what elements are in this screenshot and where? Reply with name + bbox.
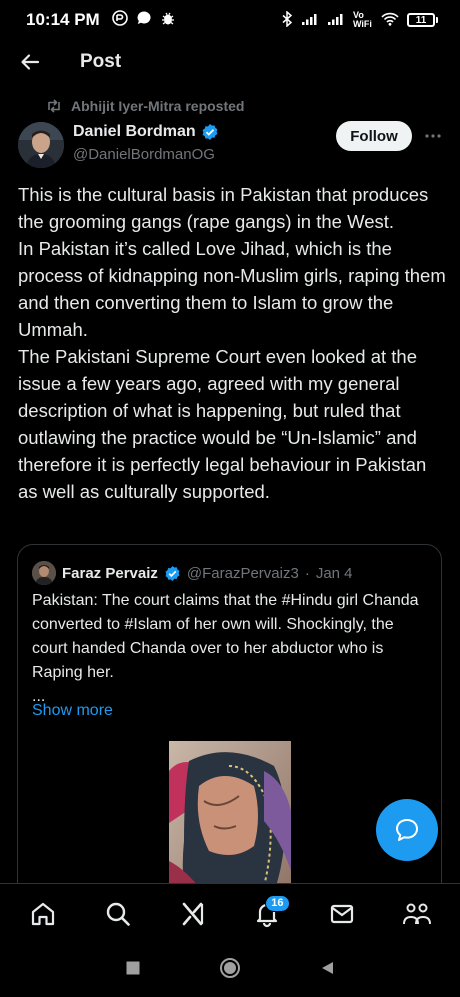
quoted-post-card[interactable]: Faraz Pervaiz @FarazPervaiz3 · Jan 4 Pak… xyxy=(17,544,442,924)
messages-icon xyxy=(330,904,354,923)
status-notification-icons xyxy=(111,9,176,31)
bluetooth-icon xyxy=(281,9,293,30)
notification-count-badge: 16 xyxy=(265,894,290,912)
post-paragraph-2: In Pakistan it’s called Love Jihad, whic… xyxy=(18,238,446,340)
status-bar: 10:14 PM Vo WiFi 11 xyxy=(0,0,460,40)
author-avatar[interactable] xyxy=(18,122,64,168)
nav-grok[interactable] xyxy=(170,891,216,937)
signal-icon-1 xyxy=(301,12,319,29)
post-paragraph-3: The Pakistani Supreme Court even looked … xyxy=(18,346,427,502)
repost-icon xyxy=(48,99,60,113)
circle-icon xyxy=(220,957,240,978)
quoted-verified-badge-icon xyxy=(165,565,180,581)
repost-indicator[interactable]: Abhijit Iyer-Mitra reposted xyxy=(46,98,244,114)
quoted-author-handle: @FarazPervaiz3 xyxy=(186,564,299,582)
author-name[interactable]: Daniel Bordman xyxy=(73,123,219,141)
home-icon xyxy=(32,902,55,925)
nav-notifications[interactable]: 16 xyxy=(244,891,290,937)
quoted-post-text: Pakistan: The court claims that the #Hin… xyxy=(32,589,427,709)
quoted-date: Jan 4 xyxy=(315,564,353,582)
status-system-icons: Vo WiFi 11 xyxy=(281,9,438,30)
quoted-author-name: Faraz Pervaiz xyxy=(62,564,158,582)
home-system-button[interactable] xyxy=(219,957,241,984)
nav-home[interactable] xyxy=(20,891,66,937)
wifi-icon xyxy=(381,12,399,29)
grok-icon xyxy=(182,902,203,925)
quoted-separator: · xyxy=(304,564,310,582)
battery-icon: 11 xyxy=(407,13,438,27)
square-icon xyxy=(126,961,140,974)
post-paragraph-1: This is the cultural basis in Pakistan t… xyxy=(18,184,429,232)
quoted-post-header: Faraz Pervaiz @FarazPervaiz3 · Jan 4 xyxy=(32,561,353,585)
more-dots-icon xyxy=(425,134,441,138)
communities-icon xyxy=(402,903,431,924)
verified-badge-icon xyxy=(202,124,218,140)
recent-apps-button[interactable] xyxy=(125,960,141,981)
quoted-author-avatar xyxy=(32,561,56,585)
nav-communities[interactable] xyxy=(394,891,440,937)
more-options-button[interactable] xyxy=(422,124,444,148)
system-navigation-bar xyxy=(0,943,460,997)
floating-action-button[interactable] xyxy=(376,799,438,861)
back-button[interactable] xyxy=(0,40,60,84)
follow-button[interactable]: Follow xyxy=(336,121,412,151)
status-time: 10:14 PM xyxy=(26,10,100,29)
repost-text: Abhijit Iyer-Mitra reposted xyxy=(71,98,245,114)
chat-notification-icon xyxy=(136,10,152,31)
message-bubble-icon xyxy=(396,819,418,841)
triangle-back-icon xyxy=(322,961,333,974)
vowifi-label: Vo WiFi xyxy=(353,10,372,29)
back-system-button[interactable] xyxy=(319,960,335,981)
post-header: Post xyxy=(0,40,460,84)
battery-level: 11 xyxy=(415,14,427,26)
bottom-navigation: 16 xyxy=(0,883,460,943)
back-arrow-icon xyxy=(21,54,40,70)
nav-search[interactable] xyxy=(95,891,141,937)
signal-icon-2 xyxy=(327,12,345,29)
bug-notification-icon xyxy=(160,10,176,31)
page-title: Post xyxy=(80,51,122,72)
post-author-row: Daniel Bordman @DanielBordmanOG Follow xyxy=(18,120,442,170)
show-more-link[interactable]: Show more xyxy=(32,702,113,720)
search-icon xyxy=(106,902,130,926)
app-notification-icon xyxy=(111,9,128,31)
post-body: This is the cultural basis in Pakistan t… xyxy=(18,181,446,505)
author-handle[interactable]: @DanielBordmanOG xyxy=(73,146,215,163)
nav-messages[interactable] xyxy=(319,891,365,937)
